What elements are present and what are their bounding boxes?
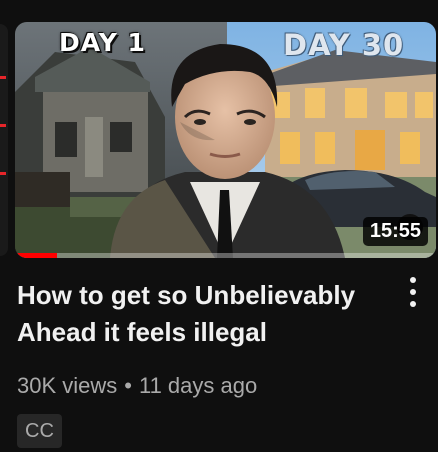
thumbnail-text-left: DAY 1 (59, 28, 146, 57)
video-metadata: 30K views • 11 days ago (17, 373, 257, 399)
progress-marker (0, 172, 6, 175)
more-vert-icon (410, 277, 416, 283)
view-count: 30K views (17, 373, 118, 398)
previous-video-card-edge[interactable] (0, 24, 8, 256)
video-thumbnail[interactable]: DAY 1 DAY 30 15:55 (15, 22, 436, 258)
progress-marker (0, 124, 6, 127)
watch-progress-bar (15, 253, 436, 258)
more-vert-icon-dot (410, 289, 416, 295)
duration-badge: 15:55 (362, 217, 428, 246)
video-title[interactable]: How to get so Unbelievably Ahead it feel… (17, 277, 377, 351)
more-vert-icon-dot (410, 301, 416, 307)
watch-progress-fill (15, 253, 58, 258)
closed-captions-badge: CC (17, 414, 62, 448)
more-options-button[interactable] (398, 272, 428, 312)
thumbnail-text-right: DAY 30 (283, 28, 405, 62)
meta-separator: • (124, 373, 132, 398)
upload-age: 11 days ago (138, 373, 258, 398)
progress-marker (0, 76, 6, 79)
